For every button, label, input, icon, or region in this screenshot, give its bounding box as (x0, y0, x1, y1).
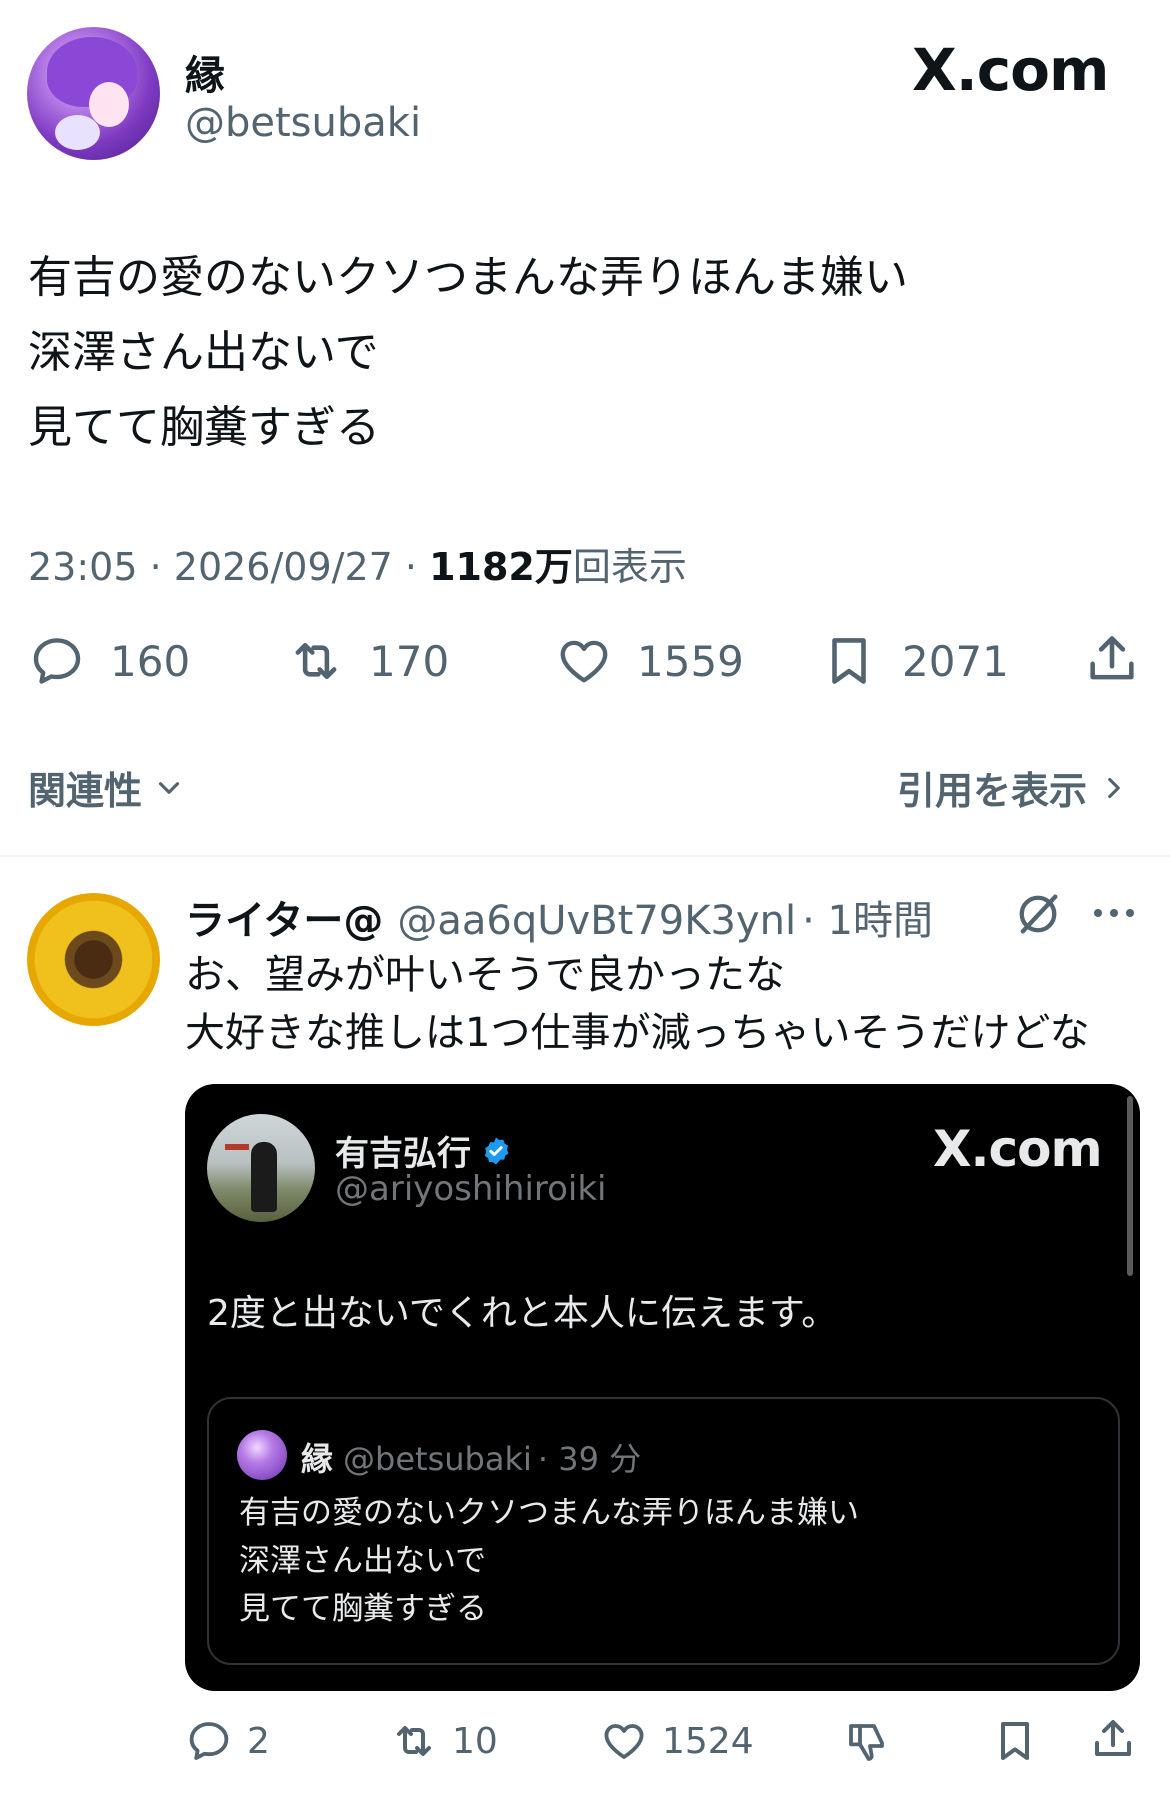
scrollbar (1127, 1096, 1133, 1276)
quoted-text-line: 有吉の愛のないクソつまんな弄りほんま嫌い (239, 1495, 859, 1531)
author-handle[interactable]: @betsubaki (185, 100, 421, 146)
reply-text-line: お、望みが叶いそうで良かったな (185, 952, 785, 998)
share-icon (1090, 636, 1134, 680)
view-count-label: 回表示 (572, 545, 687, 589)
tweet-text-line: 深澤さん出ないで (28, 327, 379, 378)
meta-separator: · (404, 545, 430, 589)
tweet-text: 有吉の愛のないクソつまんな弄りほんま嫌い 深澤さん出ないで 見てて胸糞すぎる (28, 240, 908, 465)
quoted-author-handle: @betsubaki (343, 1440, 532, 1478)
reply-reply-count: 2 (247, 1720, 270, 1762)
reply-text-line: 大好きな推しは1つ仕事が減っちゃいそうだけどな (185, 1010, 1090, 1056)
thumbs-down-icon (849, 1724, 884, 1761)
reply-text: お、望みが叶いそうで良かったな 大好きな推しは1つ仕事が減っちゃいそうだけどな (185, 946, 1090, 1062)
avatar-person-shape (251, 1142, 277, 1212)
embed-author-avatar (207, 1114, 315, 1222)
meta-separator: · (149, 545, 174, 589)
quoted-author-avatar (237, 1430, 287, 1480)
author-avatar[interactable] (27, 27, 160, 160)
embed-author-name-row: 有吉弘行 (335, 1126, 513, 1175)
quoted-author-name: 縁 (301, 1440, 334, 1478)
tweet-meta: 23:05 · 2026/09/27 · 1182万回表示 (28, 536, 687, 591)
reply-reply-button[interactable]: 2 (185, 1717, 270, 1765)
verified-badge-icon (484, 1137, 509, 1164)
embed-text: 2度と出ないでくれと本人に伝えます。 (207, 1293, 838, 1334)
view-quotes-label: 引用を表示 (897, 769, 1088, 813)
quoted-text-line: 見てて胸糞すぎる (239, 1591, 487, 1627)
reply-count: 160 (110, 636, 191, 686)
chevron-right-icon (1108, 777, 1120, 798)
view-quotes-link[interactable]: 引用を表示 (897, 760, 1131, 815)
quoted-text-line: 深澤さん出ないで (239, 1543, 487, 1579)
reply-time[interactable]: · 1時間 (802, 888, 933, 946)
reply-button[interactable]: 160 (28, 632, 190, 690)
tweet-date[interactable]: 2026/09/27 (174, 545, 393, 589)
tweet-time[interactable]: 23:05 (28, 545, 138, 589)
attached-image[interactable]: 有吉弘行 @ariyoshihiroiki X.com 2度と出ないでくれと本人… (185, 1084, 1140, 1691)
repost-button[interactable]: 170 (287, 632, 449, 690)
bookmark-icon (832, 638, 866, 684)
repost-icon (295, 642, 337, 680)
reply-repost-count: 10 (452, 1720, 498, 1762)
repost-icon (397, 1726, 431, 1756)
heart-icon (604, 1724, 644, 1759)
reply-icon (189, 1722, 229, 1760)
more-options-icon[interactable] (1090, 893, 1138, 933)
reply-author-name[interactable]: ライター@ (185, 888, 383, 946)
avatar-torii-shape (225, 1144, 249, 1150)
chevron-down-icon (158, 781, 180, 794)
reply-header: ライター@ @aa6qUvBt79K3ynl · 1時間 (185, 888, 933, 946)
bookmark-icon (1001, 1722, 1029, 1760)
sort-relevance-dropdown[interactable]: 関連性 (28, 760, 186, 815)
reply-share-button[interactable] (1089, 1715, 1137, 1763)
avatar-face-shape (89, 82, 129, 127)
quoted-header: 縁 @betsubaki · 39 分 (301, 1434, 641, 1480)
divider (0, 855, 1170, 857)
x-com-logo: X.com (912, 36, 1109, 104)
like-button[interactable]: 1559 (555, 632, 744, 690)
x-com-logo: X.com (933, 1120, 1103, 1178)
quoted-text: 有吉の愛のないクソつまんな弄りほんま嫌い 深澤さん出ないで 見てて胸糞すぎる (239, 1489, 859, 1633)
reply-bookmark-button[interactable] (991, 1717, 1039, 1765)
sort-relevance-label: 関連性 (28, 769, 143, 813)
quoted-tweet: 縁 @betsubaki · 39 分 有吉の愛のないクソつまんな弄りほんま嫌い 深… (207, 1397, 1120, 1665)
heart-icon (560, 640, 608, 683)
bookmark-button[interactable]: 2071 (820, 632, 1009, 690)
reply-author-handle[interactable]: @aa6qUvBt79K3ynl (397, 898, 796, 944)
reply-like-count: 1524 (662, 1720, 754, 1762)
embed-author-handle: @ariyoshihiroiki (335, 1169, 607, 1209)
grok-icon[interactable] (1012, 888, 1064, 940)
reply-author-avatar[interactable] (27, 893, 160, 1026)
author-name[interactable]: 縁 (185, 43, 225, 101)
share-button[interactable] (1083, 630, 1141, 688)
view-count: 1182万 (429, 545, 573, 589)
avatar-flower-shape (55, 115, 100, 150)
repost-count: 170 (369, 636, 450, 686)
like-count: 1559 (637, 636, 744, 686)
reply-like-button[interactable]: 1524 (600, 1717, 754, 1765)
tweet-text-line: 有吉の愛のないクソつまんな弄りほんま嫌い (28, 252, 908, 303)
share-icon (1095, 1720, 1131, 1756)
embed-author-name: 有吉弘行 (335, 1134, 471, 1174)
bookmark-count: 2071 (902, 636, 1009, 686)
tweet-text-line: 見てて胸糞すぎる (28, 402, 380, 453)
dislike-button[interactable] (843, 1717, 891, 1765)
quoted-time: · 39 分 (537, 1440, 642, 1478)
reply-repost-button[interactable]: 10 (390, 1717, 498, 1765)
reply-icon (33, 638, 81, 684)
